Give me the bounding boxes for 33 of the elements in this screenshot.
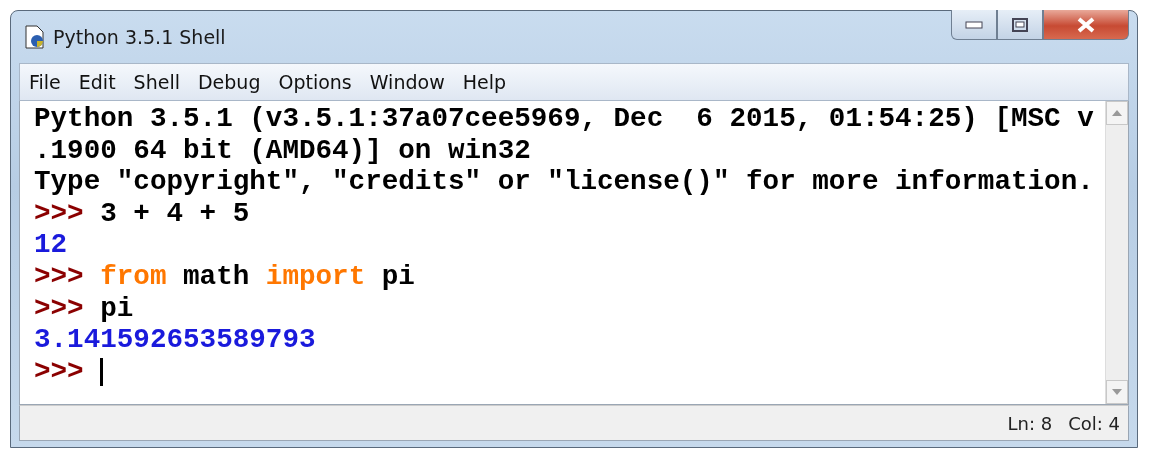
shell-line: 12 — [34, 229, 69, 261]
shell-line: .1900 64 bit (AMD64)] on win32 — [34, 134, 532, 167]
menu-item[interactable]: Window — [360, 69, 454, 95]
menu-item[interactable]: Debug — [188, 69, 270, 95]
minimize-button[interactable] — [951, 10, 997, 40]
maximize-icon — [1012, 17, 1028, 32]
menu-item[interactable]: Options — [269, 69, 361, 95]
shell-line: Type "copyright", "credits" or "license()" for more information. — [34, 166, 1095, 198]
shell-line: >>> 3 + 4 + 5 — [34, 197, 251, 230]
up-triangle-icon — [1112, 110, 1122, 116]
shell-line: >>> from math import pi — [34, 260, 416, 293]
menu-item[interactable]: Help — [453, 69, 515, 95]
window-title: Python 3.5.1 Shell — [53, 26, 227, 48]
menu-item[interactable]: Shell — [124, 69, 189, 95]
minimize-icon — [965, 20, 983, 29]
shell-line: >>> pi — [34, 292, 135, 325]
python-file-icon — [23, 24, 47, 50]
menu-item[interactable]: File — [20, 69, 70, 95]
shell-text-area[interactable] — [19, 101, 1129, 405]
shell-line: 3.141592653589793 — [34, 324, 317, 356]
text-cursor — [100, 357, 104, 386]
close-icon — [1075, 16, 1097, 33]
close-button[interactable] — [1043, 10, 1129, 40]
scroll-up-button[interactable] — [1106, 101, 1128, 125]
column-number: Col: 4 — [1068, 412, 1120, 434]
maximize-button[interactable] — [997, 10, 1043, 40]
menu-item[interactable]: Edit — [69, 69, 125, 95]
scroll-down-button[interactable] — [1106, 380, 1128, 404]
scrollbar[interactable] — [1105, 101, 1128, 404]
shell-line: >>> — [34, 355, 1105, 388]
shell-line: Python 3.5.1 (v3.5.1:37a07cee5969, Dec 6 2015, 01:54:25) [MSC v — [34, 103, 1095, 135]
down-triangle-icon — [1112, 389, 1122, 395]
line-number: Ln: 8 — [1007, 412, 1053, 434]
